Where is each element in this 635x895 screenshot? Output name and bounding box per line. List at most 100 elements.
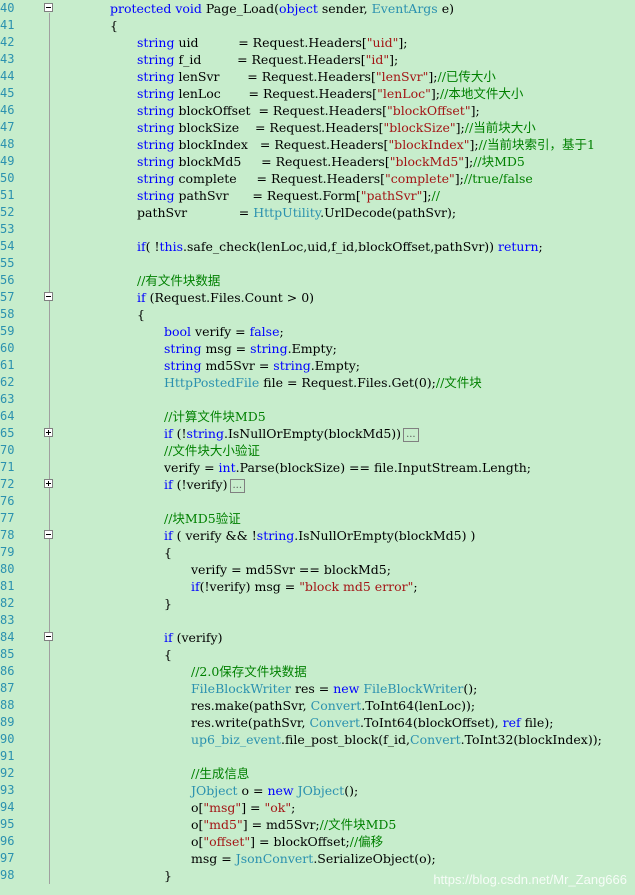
code-text[interactable]: if(!verify) msg = "block md5 error"; xyxy=(191,578,418,595)
code-line[interactable]: 78 if ( verify && !string.IsNullOrEmpty(b… xyxy=(0,527,635,544)
code-text[interactable]: res.write(pathSvr, Convert.ToInt64(block… xyxy=(191,714,553,731)
code-line[interactable]: 88 res.make(pathSvr, Convert.ToInt64(lenL… xyxy=(0,697,635,714)
code-line[interactable]: 97 msg = JsonConvert.SerializeObject(o); xyxy=(0,850,635,867)
code-line[interactable]: 42 string uid = Request.Headers["uid"]; xyxy=(0,34,635,51)
code-line[interactable]: 82} xyxy=(0,595,635,612)
code-text[interactable]: //计算文件块MD5 xyxy=(164,408,266,425)
code-text[interactable]: if (!verify)... xyxy=(164,476,246,493)
code-text[interactable]: } xyxy=(164,867,172,884)
code-line[interactable]: 71 verify = int.Parse(blockSize) == file.… xyxy=(0,459,635,476)
code-text[interactable]: msg = JsonConvert.SerializeObject(o); xyxy=(191,850,436,867)
code-text[interactable]: verify = int.Parse(blockSize) == file.In… xyxy=(164,459,531,476)
code-text[interactable]: string pathSvr = Request.Form["pathSvr"]… xyxy=(137,187,440,204)
code-line[interactable]: 83 xyxy=(0,612,635,629)
code-line[interactable]: 84 if (verify) xyxy=(0,629,635,646)
code-text[interactable]: string lenSvr = Request.Headers["lenSvr"… xyxy=(137,68,496,85)
code-text[interactable]: string blockIndex = Request.Headers["blo… xyxy=(137,136,595,153)
code-text[interactable]: up6_biz_event.file_post_block(f_id,Conve… xyxy=(191,731,602,748)
code-line[interactable]: 89 res.write(pathSvr, Convert.ToInt64(blo… xyxy=(0,714,635,731)
code-text[interactable]: string f_id = Request.Headers["id"]; xyxy=(137,51,398,68)
code-line[interactable]: 62 HttpPostedFile file = Request.Files.Ge… xyxy=(0,374,635,391)
code-line[interactable]: 49 string blockMd5 = Request.Headers["blo… xyxy=(0,153,635,170)
code-text[interactable]: //有文件块数据 xyxy=(137,272,220,289)
collapse-icon[interactable] xyxy=(44,292,53,301)
code-text[interactable]: if (!string.IsNullOrEmpty(blockMd5))... xyxy=(164,425,419,442)
collapse-icon[interactable] xyxy=(44,530,53,539)
code-line[interactable]: 60 string msg = string.Empty; xyxy=(0,340,635,357)
code-line[interactable]: 54 if( !this.safe_check(lenLoc,uid,f_id,b… xyxy=(0,238,635,255)
code-text[interactable]: string blockMd5 = Request.Headers["block… xyxy=(137,153,525,170)
code-text[interactable]: { xyxy=(137,306,145,323)
code-text[interactable]: { xyxy=(110,17,118,34)
code-line[interactable]: 59 bool verify = false; xyxy=(0,323,635,340)
code-line[interactable]: 86 //2.0保存文件块数据 xyxy=(0,663,635,680)
code-line[interactable]: 46 string blockOffset = Request.Headers["… xyxy=(0,102,635,119)
collapse-icon[interactable] xyxy=(44,3,53,12)
code-text[interactable]: //生成信息 xyxy=(191,765,249,782)
code-text[interactable]: string complete = Request.Headers["compl… xyxy=(137,170,533,187)
code-text[interactable]: string blockOffset = Request.Headers["bl… xyxy=(137,102,480,119)
code-line[interactable]: 56 //有文件块数据 xyxy=(0,272,635,289)
code-line[interactable]: 45 string lenLoc = Request.Headers["lenLo… xyxy=(0,85,635,102)
code-text[interactable]: //2.0保存文件块数据 xyxy=(191,663,307,680)
code-text[interactable]: HttpPostedFile file = Request.Files.Get(… xyxy=(164,374,482,391)
code-text[interactable]: JObject o = new JObject(); xyxy=(191,782,358,799)
code-line[interactable]: 87 FileBlockWriter res = new FileBlockWri… xyxy=(0,680,635,697)
code-text[interactable]: string blockSize = Request.Headers["bloc… xyxy=(137,119,536,136)
code-line[interactable]: 51 string pathSvr = Request.Form["pathSvr… xyxy=(0,187,635,204)
code-line[interactable]: 52 pathSvr = HttpUtility.UrlDecode(pathSv… xyxy=(0,204,635,221)
code-text[interactable]: res.make(pathSvr, Convert.ToInt64(lenLoc… xyxy=(191,697,475,714)
collapsed-region-button[interactable]: ... xyxy=(403,427,419,442)
code-line[interactable]: 91 xyxy=(0,748,635,765)
code-line[interactable]: 53 xyxy=(0,221,635,238)
code-text[interactable]: verify = md5Svr == blockMd5; xyxy=(191,561,391,578)
code-line[interactable]: 72 if (!verify)... xyxy=(0,476,635,493)
code-text[interactable]: if (Request.Files.Count > 0) xyxy=(137,289,314,306)
code-line[interactable]: 43 string f_id = Request.Headers["id"]; xyxy=(0,51,635,68)
code-text[interactable]: pathSvr = HttpUtility.UrlDecode(pathSvr)… xyxy=(137,204,456,221)
code-text[interactable]: { xyxy=(164,646,172,663)
code-text[interactable]: string uid = Request.Headers["uid"]; xyxy=(137,34,407,51)
code-text[interactable]: if (verify) xyxy=(164,629,222,646)
code-editor[interactable]: 40 protected void Page_Load(object sender… xyxy=(0,0,635,895)
code-line[interactable]: 55 xyxy=(0,255,635,272)
code-line[interactable]: 92 //生成信息 xyxy=(0,765,635,782)
code-line[interactable]: 63 xyxy=(0,391,635,408)
code-line[interactable]: 48 string blockIndex = Request.Headers["b… xyxy=(0,136,635,153)
code-line[interactable]: 58 { xyxy=(0,306,635,323)
code-line[interactable]: 64 //计算文件块MD5 xyxy=(0,408,635,425)
code-line[interactable]: 80 verify = md5Svr == blockMd5; xyxy=(0,561,635,578)
code-line[interactable]: 93 JObject o = new JObject(); xyxy=(0,782,635,799)
expand-icon[interactable] xyxy=(44,428,53,437)
code-line[interactable]: 70 //文件块大小验证 xyxy=(0,442,635,459)
code-text[interactable]: } xyxy=(164,595,172,612)
code-line[interactable]: 40 protected void Page_Load(object sender… xyxy=(0,0,635,17)
code-line[interactable]: 57 if (Request.Files.Count > 0) xyxy=(0,289,635,306)
collapsed-region-button[interactable]: ... xyxy=(229,478,246,493)
code-text[interactable]: if ( verify && !string.IsNullOrEmpty(blo… xyxy=(164,527,475,544)
code-text[interactable]: o["msg"] = "ok"; xyxy=(191,799,295,816)
code-line[interactable]: 95 o["md5"] = md5Svr;//文件块MD5 xyxy=(0,816,635,833)
code-line[interactable]: 81 if(!verify) msg = "block md5 error"; xyxy=(0,578,635,595)
code-text[interactable]: FileBlockWriter res = new FileBlockWrite… xyxy=(191,680,477,697)
code-line[interactable]: 47 string blockSize = Request.Headers["bl… xyxy=(0,119,635,136)
expand-icon[interactable] xyxy=(44,479,53,488)
code-text[interactable]: //文件块大小验证 xyxy=(164,442,260,459)
code-text[interactable]: o["md5"] = md5Svr;//文件块MD5 xyxy=(191,816,396,833)
code-line[interactable]: 76 xyxy=(0,493,635,510)
code-text[interactable]: if( !this.safe_check(lenLoc,uid,f_id,blo… xyxy=(137,238,543,255)
code-line[interactable]: 94 o["msg"] = "ok"; xyxy=(0,799,635,816)
code-line[interactable]: 65 if (!string.IsNullOrEmpty(blockMd5))..… xyxy=(0,425,635,442)
code-line[interactable]: 61 string md5Svr = string.Empty; xyxy=(0,357,635,374)
code-text[interactable]: { xyxy=(164,544,172,561)
code-text[interactable]: protected void Page_Load(object sender, … xyxy=(110,0,454,17)
code-line[interactable]: 79 { xyxy=(0,544,635,561)
code-line[interactable]: 44 string lenSvr = Request.Headers["lenSv… xyxy=(0,68,635,85)
code-text[interactable]: string msg = string.Empty; xyxy=(164,340,337,357)
code-text[interactable]: o["offset"] = blockOffset;//偏移 xyxy=(191,833,383,850)
code-text[interactable]: bool verify = false; xyxy=(164,323,284,340)
code-line[interactable]: 41 { xyxy=(0,17,635,34)
code-line[interactable]: 85 { xyxy=(0,646,635,663)
code-text[interactable]: string md5Svr = string.Empty; xyxy=(164,357,360,374)
collapse-icon[interactable] xyxy=(44,632,53,641)
